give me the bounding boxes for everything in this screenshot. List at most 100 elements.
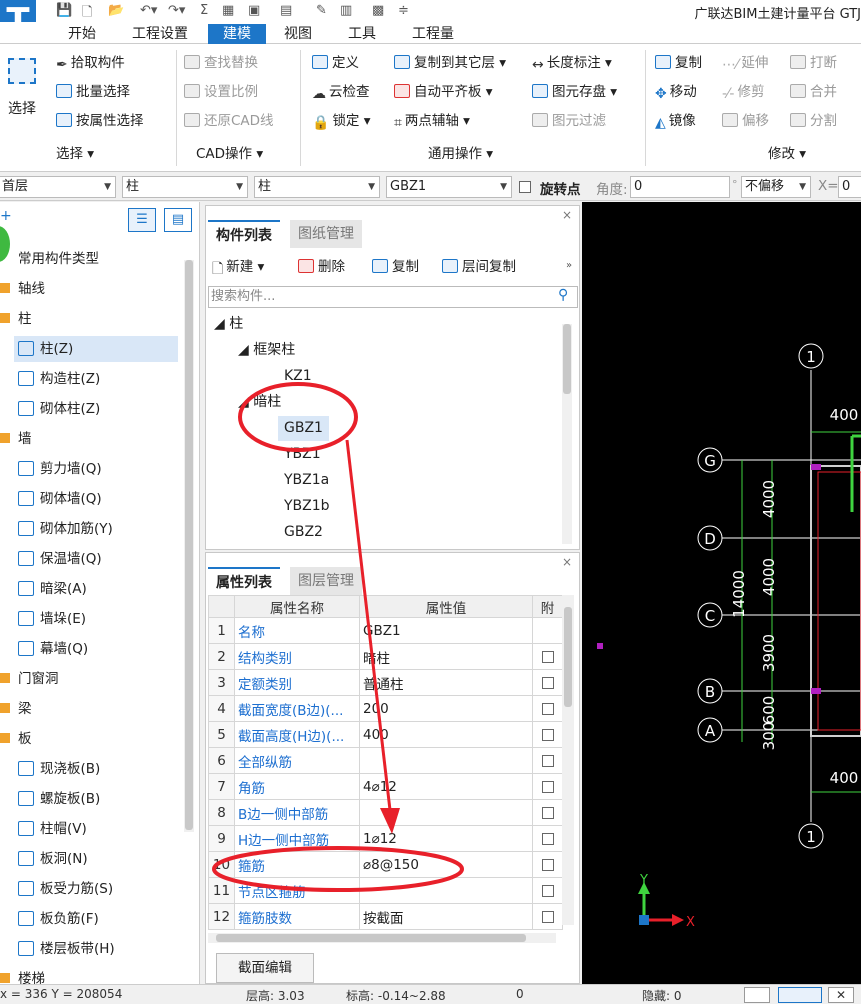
more-icon[interactable]: » (566, 260, 572, 271)
move-button[interactable]: ✥ 移动 (655, 81, 697, 103)
offset-button[interactable]: 偏移 (722, 110, 769, 132)
property-value[interactable]: 暗柱 (359, 643, 533, 670)
component-search-input[interactable]: 搜索构件... (208, 286, 578, 308)
save-element-button[interactable]: 图元存盘 ▾ (532, 81, 617, 103)
open-icon[interactable]: 📂 (108, 3, 124, 18)
element-filter-button[interactable]: 图元过滤 (532, 110, 606, 132)
tree-scrollbar[interactable] (184, 260, 194, 832)
tree-item[interactable]: 梁 (0, 696, 178, 722)
table-row[interactable]: 9 H边一侧中部筋 1⌀12 (208, 825, 563, 852)
sum-icon[interactable]: Σ (200, 3, 208, 18)
break-button[interactable]: 打断 (790, 52, 837, 74)
trim-button[interactable]: -⁄- 修剪 (722, 81, 764, 103)
copy-to-floor-button[interactable]: 复制到其它层 ▾ (394, 52, 506, 74)
tab-layer-manager[interactable]: 图层管理 (290, 567, 362, 595)
tab-view[interactable]: 视图 (276, 24, 320, 44)
customize-icon[interactable]: ≑ (398, 3, 409, 18)
component-tree-item[interactable]: YBZ1b (284, 494, 330, 519)
tab-tools[interactable]: 工具 (340, 24, 384, 44)
copy-component-button[interactable]: 复制 (372, 256, 419, 278)
table-row[interactable]: 5 截面高度(H边)(... 400 (208, 721, 563, 748)
define-button[interactable]: 定义 (312, 52, 359, 74)
restore-cad-button[interactable]: 还原CAD线 (184, 110, 274, 132)
attach-checkbox[interactable] (541, 780, 554, 793)
scroll-thumb[interactable] (216, 934, 526, 942)
tree-item[interactable]: 板 (0, 726, 178, 752)
attach-checkbox[interactable] (541, 754, 554, 767)
component-tree-item[interactable]: YBZ1a (284, 468, 329, 493)
property-value[interactable]: GBZ1 (359, 617, 533, 644)
tab-modeling[interactable]: 建模 (208, 24, 266, 44)
tree-item[interactable]: 暗梁(A) (14, 576, 178, 602)
table-row[interactable]: 7 角筋 4⌀12 (208, 773, 563, 800)
tree-item[interactable]: 构造柱(Z) (14, 366, 178, 392)
tree-item[interactable]: 楼层板带(H) (14, 936, 178, 962)
floor-select[interactable]: 首层 ▼ (0, 176, 116, 198)
length-dim-button[interactable]: ↔ 长度标注 ▾ (532, 52, 612, 74)
set-scale-button[interactable]: 设置比例 (184, 81, 258, 103)
find-replace-button[interactable]: 查找替换 (184, 52, 258, 74)
table-row[interactable]: 6 全部纵筋 (208, 747, 563, 774)
batch-select-button[interactable]: 批量选择 (56, 81, 130, 103)
report-icon[interactable]: ▦ (222, 3, 234, 18)
table-row[interactable]: 10 箍筋 ⌀8@150 (208, 851, 563, 878)
component-tree-item[interactable]: KZ1 (284, 364, 312, 389)
floor-copy-button[interactable]: 层间复制 (442, 256, 516, 278)
component-select[interactable]: GBZ1 ▼ (386, 176, 512, 198)
tree-item[interactable]: 砌体加筋(Y) (14, 516, 178, 542)
table-row[interactable]: 3 定额类别 普通柱 (208, 669, 563, 696)
status-toggle-1[interactable] (744, 987, 770, 1003)
cloud-check-button[interactable]: ☁ 云检查 (312, 81, 370, 103)
component-tree-item[interactable]: YBZ1 (284, 442, 321, 467)
tree-item[interactable]: 砌体墙(Q) (14, 486, 178, 512)
attach-checkbox[interactable] (541, 832, 554, 845)
angle-input[interactable]: 0 (630, 176, 730, 198)
lock-button[interactable]: 🔒 锁定 ▾ (312, 110, 371, 132)
scroll-thumb[interactable] (563, 324, 571, 394)
attach-checkbox[interactable] (541, 884, 554, 897)
category-select[interactable]: 柱 ▼ (122, 176, 248, 198)
tab-component-list[interactable]: 构件列表 (208, 220, 280, 248)
property-value[interactable]: 普通柱 (359, 669, 533, 696)
tree-item[interactable]: 柱(Z) (14, 336, 178, 362)
property-value[interactable] (359, 747, 533, 774)
component-tree-item[interactable]: ◢ 暗柱 (238, 390, 281, 415)
status-toggle-2[interactable] (778, 987, 822, 1003)
merge-button[interactable]: 合并 (790, 81, 837, 103)
property-scrollbar[interactable] (562, 595, 574, 925)
tree-root[interactable]: 常用构件类型 (18, 246, 99, 272)
type-select[interactable]: 柱 ▼ (254, 176, 380, 198)
tree-item[interactable]: 螺旋板(B) (14, 786, 178, 812)
close-icon[interactable]: × (562, 208, 572, 222)
table-row[interactable]: 4 截面宽度(B边)(... 200 (208, 695, 563, 722)
attach-checkbox[interactable] (541, 728, 554, 741)
modify-group-label[interactable]: 修改 ▾ (768, 142, 806, 162)
property-value[interactable]: 200 (359, 695, 533, 722)
property-value[interactable]: 1⌀12 (359, 825, 533, 852)
grid-icon[interactable]: ▥ (340, 3, 352, 18)
pick-component-button[interactable]: ✒ 拾取构件 (56, 52, 125, 74)
copy-button[interactable]: 复制 (655, 52, 702, 74)
tree-item[interactable]: 门窗洞 (0, 666, 178, 692)
tree-item[interactable]: 保温墙(Q) (14, 546, 178, 572)
card-view-icon[interactable]: ▤ (164, 208, 192, 232)
tree-item[interactable]: 板负筋(F) (14, 906, 178, 932)
plus-icon[interactable]: + (0, 208, 12, 224)
tree-item[interactable]: 墙垛(E) (14, 606, 178, 632)
mirror-button[interactable]: ◭ 镜像 (655, 110, 696, 132)
select-big-button[interactable]: 选择 (2, 50, 42, 130)
two-point-axis-button[interactable]: ⌗ 两点辅轴 ▾ (394, 110, 470, 132)
table-row[interactable]: 2 结构类别 暗柱 (208, 643, 563, 670)
tree-item[interactable]: 板洞(N) (14, 846, 178, 872)
component-tree-item[interactable]: GBZ1 (278, 416, 329, 441)
drawing-canvas[interactable]: 1 G D C B A 1 400 400 4000 4000 3900 600… (582, 202, 861, 984)
search-icon[interactable]: ⚲ (558, 287, 568, 303)
attach-checkbox[interactable] (541, 702, 554, 715)
close-icon[interactable]: × (562, 555, 572, 569)
property-value[interactable]: 4⌀12 (359, 773, 533, 800)
tree-item[interactable]: 砌体柱(Z) (14, 396, 178, 422)
general-group-label[interactable]: 通用操作 ▾ (428, 142, 493, 162)
property-value[interactable]: 400 (359, 721, 533, 748)
tree-item[interactable]: 剪力墙(Q) (14, 456, 178, 482)
attach-checkbox[interactable] (541, 910, 554, 923)
